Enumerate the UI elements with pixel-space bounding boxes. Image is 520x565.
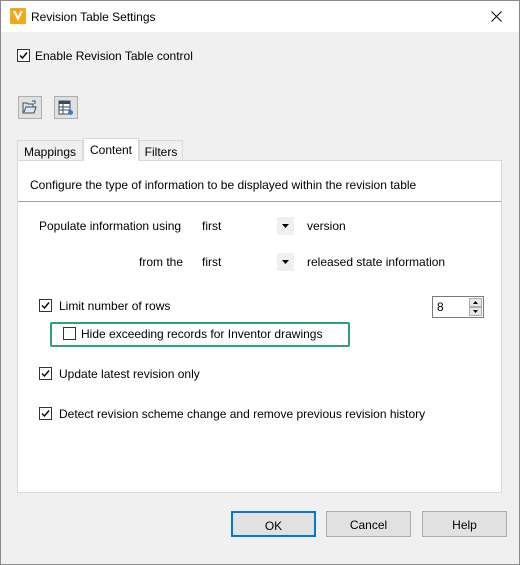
help-label: Help	[452, 518, 477, 532]
checkmark-icon	[41, 410, 50, 418]
ok-button[interactable]: OK	[231, 511, 316, 537]
arrow-up-icon	[473, 301, 478, 304]
close-button[interactable]	[475, 1, 519, 32]
cancel-label: Cancel	[349, 518, 388, 532]
checkmark-icon	[41, 370, 50, 378]
checkmark-icon	[19, 52, 28, 60]
populate-label: Populate information using	[39, 219, 182, 233]
tab-filters-label: Filters	[144, 145, 178, 159]
tab-filters[interactable]: Filters	[139, 140, 183, 160]
spin-up-button[interactable]	[469, 298, 482, 307]
table-settings-icon	[58, 100, 73, 115]
arrow-down-icon	[473, 310, 478, 313]
detect-scheme-checkbox[interactable]	[39, 407, 52, 420]
divider	[18, 201, 501, 202]
enable-revision-table-label: Enable Revision Table control	[35, 49, 193, 63]
vault-v-icon	[10, 8, 26, 24]
limit-rows-checkbox[interactable]	[39, 299, 52, 312]
tab-content-label: Content	[89, 143, 133, 157]
tab-mappings[interactable]: Mappings	[17, 140, 83, 160]
populate-version-value: first	[202, 219, 222, 233]
from-suffix: released state information	[307, 255, 446, 269]
table-settings-button[interactable]	[54, 96, 78, 119]
populate-version-select[interactable]: first	[197, 215, 294, 237]
checkmark-icon	[41, 302, 50, 310]
enable-revision-table-checkbox[interactable]	[17, 49, 30, 62]
window-title: Revision Table Settings	[31, 10, 156, 24]
populate-dropdown-button[interactable]	[277, 217, 294, 235]
update-latest-label: Update latest revision only	[59, 367, 200, 381]
from-dropdown-button[interactable]	[277, 253, 294, 271]
content-panel: Configure the type of information to be …	[17, 160, 502, 493]
spin-down-button[interactable]	[469, 307, 482, 316]
populate-suffix: version	[307, 219, 346, 233]
detect-scheme-label: Detect revision scheme change and remove…	[59, 407, 426, 421]
limit-rows-label: Limit number of rows	[59, 299, 171, 313]
from-label: from the	[139, 255, 184, 269]
tab-mappings-label: Mappings	[23, 145, 77, 159]
title-bar: Revision Table Settings	[1, 1, 519, 32]
open-folder-icon	[22, 100, 37, 114]
row-limit-spinner[interactable]: 8	[432, 296, 484, 318]
from-state-select[interactable]: first	[197, 251, 294, 273]
row-limit-value: 8	[437, 300, 444, 314]
ok-label: OK	[264, 519, 283, 533]
help-button[interactable]: Help	[422, 511, 507, 537]
update-latest-checkbox[interactable]	[39, 367, 52, 380]
hide-exceeding-checkbox[interactable]	[63, 327, 76, 340]
tab-content[interactable]: Content	[83, 138, 139, 161]
from-state-value: first	[202, 255, 222, 269]
dialog-window: Revision Table Settings Enable Revision …	[0, 0, 520, 565]
dropdown-arrow-icon	[282, 224, 289, 228]
content-description: Configure the type of information to be …	[30, 178, 417, 192]
dropdown-arrow-icon	[282, 260, 289, 264]
hide-exceeding-label: Hide exceeding records for Inventor draw…	[81, 327, 323, 341]
close-icon	[491, 11, 502, 22]
open-button[interactable]	[18, 96, 42, 119]
cancel-button[interactable]: Cancel	[326, 511, 411, 537]
